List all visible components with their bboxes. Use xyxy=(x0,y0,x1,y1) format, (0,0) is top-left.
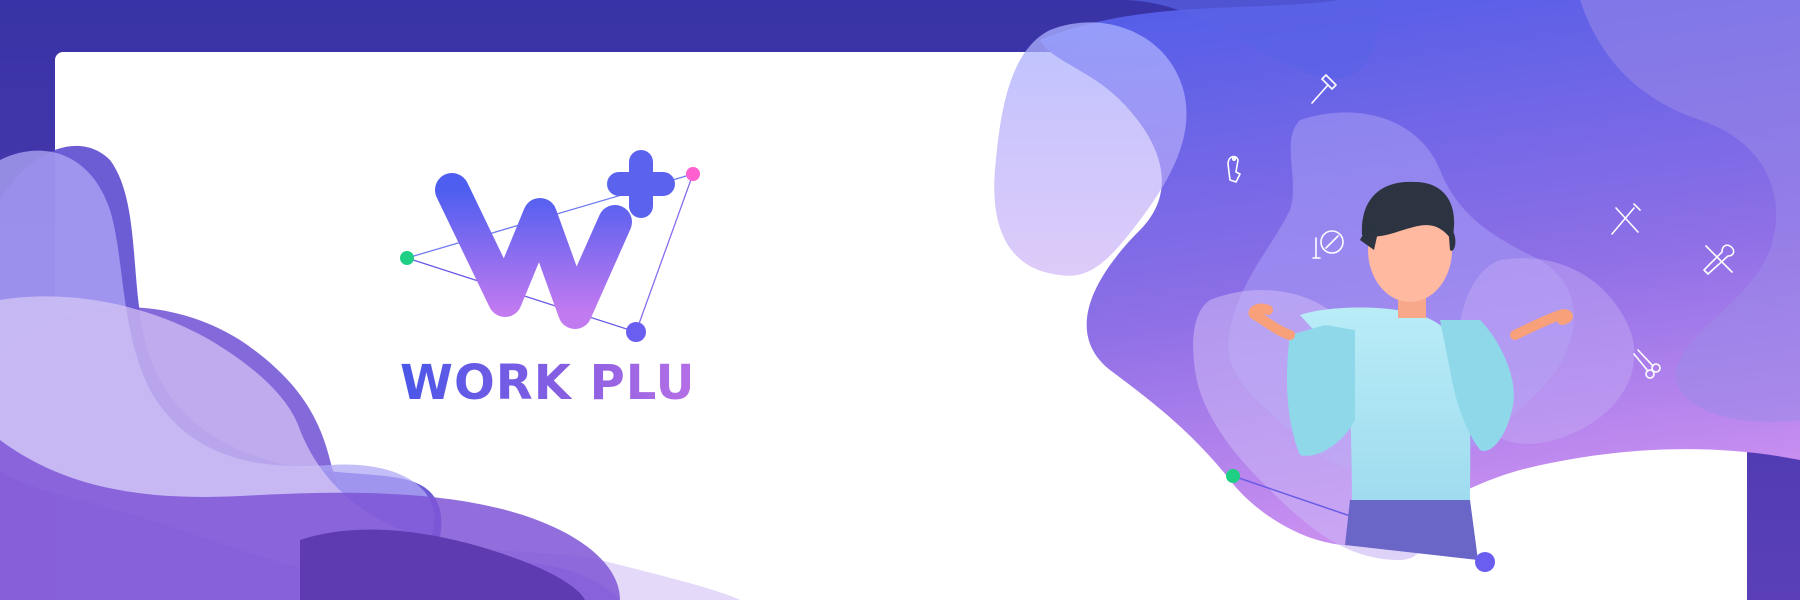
banner: WORK PLUS xyxy=(0,0,1800,600)
banner-artwork xyxy=(0,0,1800,600)
brand-name: WORK PLUS xyxy=(400,355,732,411)
